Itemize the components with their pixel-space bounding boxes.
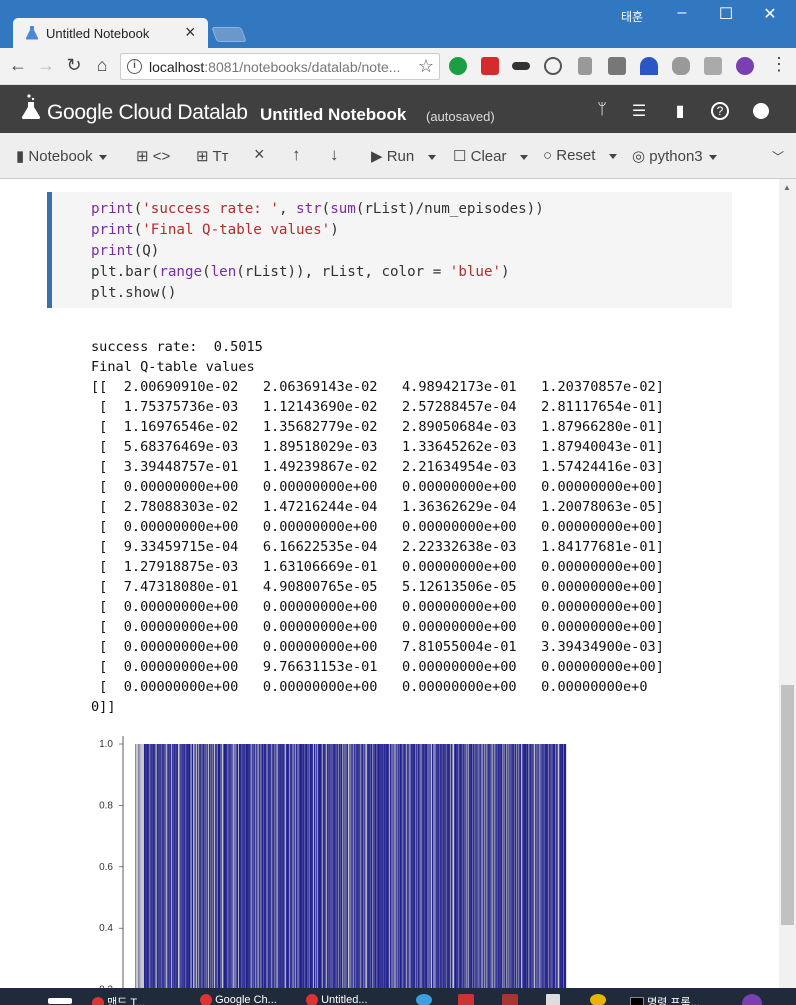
code-cell[interactable]: print('success rate: ', str(sum(rList)/n…	[47, 192, 732, 308]
tab-close-icon[interactable]: ×	[185, 23, 196, 41]
add-text-cell-button[interactable]: ⊞ Tт	[196, 147, 229, 165]
taskbar-ie-icon[interactable]	[416, 994, 432, 1005]
clear-button[interactable]: ☐ Clear	[453, 147, 529, 165]
move-up-button[interactable]: ↑	[292, 145, 301, 165]
kernel-selector[interactable]: ◎ python3	[632, 147, 717, 165]
new-tab-button[interactable]	[211, 27, 247, 42]
browser-address-row: ← → ↻ ⌂ i localhost:8081/notebooks/datal…	[0, 48, 796, 85]
scrollbar-thumb[interactable]	[781, 685, 794, 925]
notebook-content: print('success rate: ', str(sum(rList)/n…	[0, 179, 779, 988]
taskbar-app-icon[interactable]	[458, 994, 474, 1005]
url-text: localhost:8081/notebooks/datalab/note...	[149, 59, 401, 75]
reload-icon[interactable]: ↻	[62, 55, 86, 76]
y-tick-label: 0.6	[99, 862, 113, 873]
extension-y-icon[interactable]	[640, 57, 658, 75]
reset-button[interactable]: ○ Reset	[543, 147, 618, 164]
site-info-icon[interactable]: i	[127, 59, 142, 74]
collapse-toolbar-icon[interactable]: ﹀	[772, 148, 784, 165]
code-editor[interactable]: print('success rate: ', str(sum(rList)/n…	[91, 199, 544, 304]
toc-icon[interactable]: ☰	[628, 101, 650, 121]
extension-purple-icon[interactable]	[736, 57, 754, 75]
notebook-title[interactable]: Untitled Notebook	[260, 105, 406, 125]
datalab-flask-icon	[25, 26, 39, 40]
datalab-logo-icon	[21, 94, 41, 119]
add-code-cell-button[interactable]: ⊞ <>	[136, 147, 170, 165]
extension-box-icon[interactable]	[608, 57, 626, 75]
home-icon[interactable]: ⌂	[90, 55, 114, 76]
browser-tab[interactable]: Untitled Notebook ×	[13, 18, 208, 48]
run-button[interactable]: ▶ Run	[371, 147, 437, 165]
datalab-header: Google Cloud Datalab Untitled Notebook (…	[0, 85, 796, 133]
account-icon[interactable]	[753, 103, 769, 119]
notebook-menu-button[interactable]: ▮ Notebook	[16, 147, 107, 165]
window-user-name: 태훈	[621, 10, 644, 24]
scroll-up-arrow-icon[interactable]: ▲	[783, 183, 791, 192]
taskbar-app-icon[interactable]	[590, 994, 606, 1005]
maximize-button[interactable]: ☐	[706, 4, 746, 24]
datalab-brand: Google Cloud Datalab	[47, 101, 248, 124]
save-status: (autosaved)	[426, 109, 495, 124]
taskbar-file-icon[interactable]	[546, 994, 560, 1005]
move-down-button[interactable]: ↓	[330, 145, 339, 165]
bookmark-star-icon[interactable]: ☆	[418, 56, 434, 77]
vertical-scrollbar[interactable]: ▲	[779, 179, 796, 988]
windows-taskbar: 맨드 T... Google Ch... Untitled... 명령 프롬..…	[0, 988, 796, 1005]
back-arrow-icon[interactable]: ←	[6, 55, 30, 76]
close-window-button[interactable]: ✕	[750, 4, 790, 24]
extension-sync-icon[interactable]	[544, 57, 562, 75]
delete-cell-button[interactable]: ×	[254, 144, 265, 165]
extension-shield-icon[interactable]	[481, 57, 499, 75]
browser-title-bar: Untitled Notebook × 태훈 – ☐ ✕	[0, 0, 796, 48]
y-tick-label: 0.4	[99, 923, 113, 934]
extension-bars-icon[interactable]	[578, 57, 592, 75]
minimize-button[interactable]: –	[662, 4, 702, 22]
extension-hex-icon[interactable]	[672, 57, 690, 75]
bar-chart: 1.00.80.60.40.2	[99, 736, 567, 988]
bookmark-icon[interactable]: ▮	[669, 101, 691, 121]
taskbar-app-icon[interactable]	[502, 994, 518, 1005]
taskbar-item[interactable]: 맨드 T...	[92, 994, 182, 1005]
help-icon[interactable]: ?	[711, 102, 729, 120]
address-bar[interactable]: i localhost:8081/notebooks/datalab/note.…	[120, 53, 440, 80]
y-tick-label: 1.0	[99, 739, 113, 750]
taskbar-item[interactable]: Google Ch...	[200, 994, 290, 1005]
tab-title: Untitled Notebook	[46, 26, 150, 41]
taskbar-item[interactable]: 명령 프롬...	[630, 994, 740, 1005]
y-tick-label: 0.8	[99, 800, 113, 811]
taskbar-app-icon[interactable]	[742, 994, 762, 1005]
branch-icon[interactable]: ᛘ	[591, 101, 613, 119]
forward-arrow-icon[interactable]: →	[34, 55, 58, 76]
extension-green-icon[interactable]	[449, 57, 467, 75]
browser-menu-icon[interactable]: ⋮	[770, 54, 788, 75]
taskbar-start-icon[interactable]	[48, 998, 72, 1004]
notebook-toolbar: ▮ Notebook ⊞ <> ⊞ Tт × ↑ ↓ ▶ Run ☐ Clear…	[0, 133, 796, 179]
taskbar-item[interactable]: Untitled...	[306, 994, 396, 1005]
extension-mask-icon[interactable]	[512, 62, 530, 70]
cell-output-text: success rate: 0.5015 Final Q-table value…	[91, 339, 664, 715]
extension-t-icon[interactable]	[704, 57, 722, 75]
